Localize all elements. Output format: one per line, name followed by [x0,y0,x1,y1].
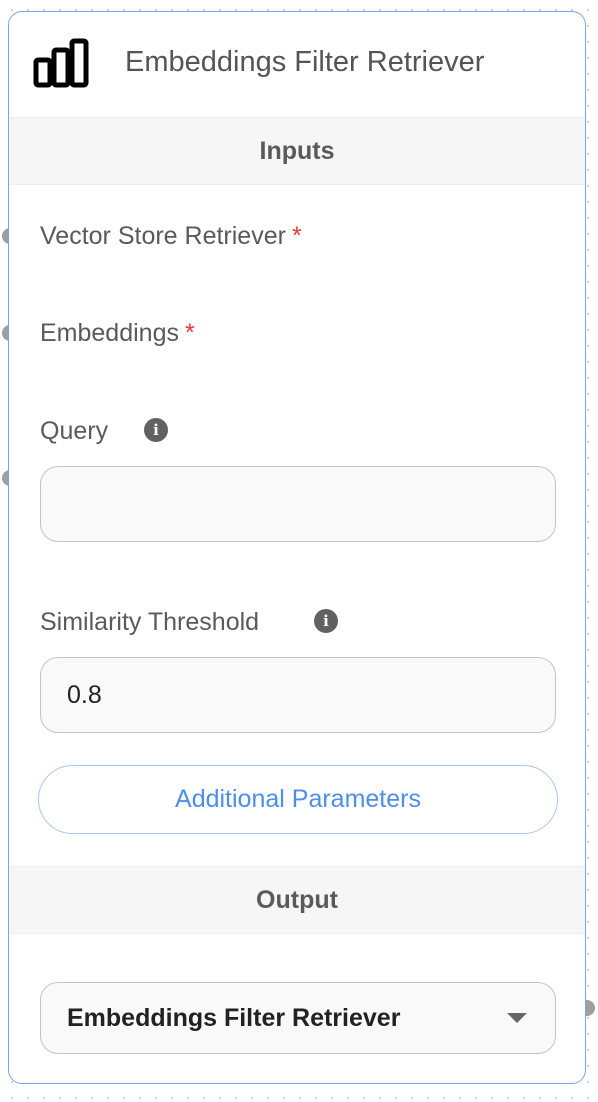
similarity-threshold-input[interactable]: 0.8 [40,657,556,733]
query-input[interactable] [40,466,556,542]
embeddings-filter-retriever-node[interactable]: Embeddings Filter Retriever Inputs Vecto… [8,11,586,1084]
output-section-label: Output [256,885,338,914]
similarity-threshold-info-icon[interactable]: i [314,609,338,633]
required-asterisk: * [291,222,302,250]
query-info-icon[interactable]: i [144,418,168,442]
embeddings-label-text: Embeddings [40,319,179,347]
output-section-header: Output [9,866,585,934]
bar-chart-icon [33,38,89,88]
vector-store-retriever-label: Vector Store Retriever * [40,222,302,251]
required-asterisk: * [184,319,195,347]
caret-down-icon [507,1013,527,1023]
query-label: Query [40,417,109,445]
embeddings-label: Embeddings * [40,319,195,348]
node-title: Embeddings Filter Retriever [125,46,485,78]
additional-parameters-button[interactable]: Additional Parameters [38,765,558,834]
output-select-value: Embeddings Filter Retriever [67,1003,401,1032]
node-header: Embeddings Filter Retriever [9,12,585,116]
output-select[interactable]: Embeddings Filter Retriever [40,982,556,1054]
vector-store-retriever-label-text: Vector Store Retriever [40,222,286,250]
additional-parameters-label: Additional Parameters [175,785,421,813]
inputs-section-label: Inputs [259,136,335,165]
similarity-threshold-label: Similarity Threshold [40,608,260,636]
inputs-section-header: Inputs [9,117,585,185]
